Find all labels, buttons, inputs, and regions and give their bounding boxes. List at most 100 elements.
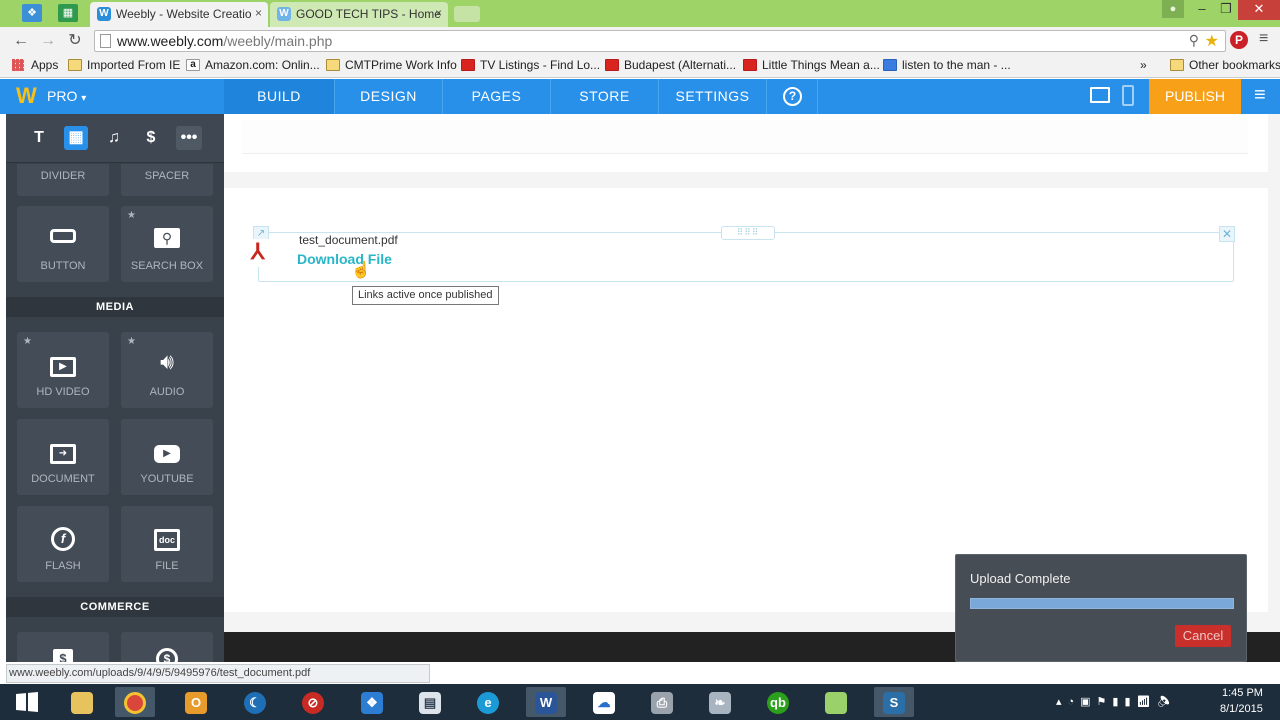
dropbox-icon[interactable]: ❖ [22,4,42,22]
taskbar-blocked-app[interactable]: ⊘ [293,687,333,717]
element-spacer[interactable]: SPACER [121,164,213,196]
element-search-box[interactable]: ★ ⚲ SEARCH BOX [121,206,213,282]
taskbar-outlook[interactable]: O [176,687,216,717]
taskbar-dropbox[interactable]: ❖ [352,687,392,717]
clock-time[interactable]: 1:45 PM [1222,687,1263,699]
drag-handle[interactable]: ⠿⠿⠿ [721,226,775,240]
taskbar-onedrive[interactable]: ☁ [584,687,624,717]
file-doc-icon: doc [121,524,213,551]
address-bar[interactable]: www.weebly.com/weebly/main.php ⚲ ★ [94,30,1226,52]
tile-label: YOUTUBE [140,473,194,485]
sheets-icon[interactable]: ▦ [58,4,78,22]
element-hd-video[interactable]: ★ ▶ HD VIDEO [17,332,109,408]
star-icon[interactable]: ★ [1205,31,1219,51]
tv-icon [461,59,475,71]
mobile-view-icon[interactable] [1122,85,1134,106]
nav-store[interactable]: STORE [550,79,658,114]
menu-icon[interactable]: ≡ [1259,30,1268,48]
dropbox-icon: ❖ [361,692,383,714]
help-icon[interactable]: ? [766,79,818,114]
taskbar-quickbooks[interactable]: qb [758,687,798,717]
plan-dropdown[interactable]: PRO ▾ [47,79,86,116]
bookmark-apps[interactable]: Apps [12,58,58,72]
bookmark-tv-listings[interactable]: TV Listings - Find Lo... [461,58,600,72]
windows-start-icon[interactable] [16,692,38,712]
bookmark-imported-from-ie[interactable]: Imported From IE [68,58,180,72]
more-category-icon[interactable]: ••• [176,126,202,150]
tab-good-tech-tips[interactable]: W GOOD TECH TIPS - Home × [270,2,448,27]
bookmarks-overflow-button[interactable]: » [1140,58,1147,72]
reload-icon[interactable]: ↻ [64,30,86,52]
commerce-category-icon[interactable]: $ [139,126,163,150]
element-audio[interactable]: ★ 🔊︎ AUDIO [121,332,213,408]
system-tray[interactable]: ▴◔▣⚑▮▮📶︎🔈︎ [1056,695,1206,711]
download-file-link[interactable]: Download File [297,251,392,267]
hamburger-menu-icon[interactable]: ≡ [1254,84,1266,107]
clock-date[interactable]: 8/1/2015 [1220,703,1263,715]
nav-pages[interactable]: PAGES [442,79,550,114]
bookmark-budapest[interactable]: Budapest (Alternati... [605,58,736,72]
folder-icon [71,692,93,714]
document-icon: ➜ [17,437,109,464]
no-sign-icon: ⊘ [302,692,324,714]
taskbar-snagit[interactable]: S [874,687,914,717]
file-element[interactable]: ⠿⠿⠿ ✕ ↗ ⅄ test_document.pdf Download Fil… [251,226,1235,282]
tab-weebly[interactable]: W Weebly - Website Creatio × [90,2,268,27]
text-category-icon[interactable]: T [27,126,51,150]
youtube-icon [743,59,757,71]
element-youtube[interactable]: ▶ YOUTUBE [121,419,213,495]
element-divider[interactable]: DIVIDER [17,164,109,196]
back-icon[interactable]: ← [10,30,32,52]
layout-category-icon[interactable]: ▦ [64,126,88,150]
taskbar-app-feather[interactable]: ❧ [700,687,740,717]
taskbar-printer[interactable]: ⎙ [642,687,682,717]
file-name: test_document.pdf [299,233,398,247]
nav-design[interactable]: DESIGN [334,79,442,114]
new-tab-button[interactable] [454,6,480,22]
element-product[interactable]: $ [17,632,109,662]
close-window-button[interactable]: ✕ [1238,0,1280,20]
bookmark-amazon[interactable]: a Amazon.com: Onlin... [186,58,320,72]
weebly-logo[interactable]: W [16,82,37,110]
browser-tab-strip: ❖ ▦ W Weebly - Website Creatio × W GOOD … [0,0,1280,27]
tab-close-icon[interactable]: × [435,6,442,20]
nav-settings[interactable]: SETTINGS [658,79,766,114]
taskbar-chrome[interactable] [115,687,155,717]
url-path: /weebly/main.php [223,33,333,49]
restore-button[interactable]: ❐ [1212,0,1240,20]
pinterest-icon[interactable]: P [1230,31,1248,49]
flash-icon: f [17,524,109,551]
taskbar-notes[interactable] [816,687,856,717]
element-flash[interactable]: f FLASH [17,506,109,582]
zoom-icon[interactable]: ⚲ [1189,32,1199,49]
element-payment[interactable]: $ [121,632,213,662]
bookmark-other[interactable]: Other bookmarks [1170,58,1280,72]
desktop-view-icon[interactable] [1090,87,1110,103]
forward-icon[interactable]: → [37,30,59,52]
taskbar-app-moon[interactable]: ☾ [235,687,275,717]
printer-icon: ⎙ [651,692,673,714]
taskbar-window[interactable]: ▤ [410,687,450,717]
element-file[interactable]: doc FILE [121,506,213,582]
bookmark-cmtprime[interactable]: CMTPrime Work Info [326,58,457,72]
nav-build[interactable]: BUILD [224,79,334,114]
coin-icon: $ [121,644,213,662]
tab-label: GOOD TECH TIPS - Home [296,7,441,21]
user-icon[interactable]: ● [1162,0,1184,18]
taskbar-file-explorer[interactable] [62,687,102,717]
taskbar-internet-explorer[interactable]: e [468,687,508,717]
publish-button[interactable]: PUBLISH [1149,79,1241,114]
media-category-icon[interactable]: ♫ [102,126,126,150]
pro-star-icon: ★ [23,336,32,347]
cancel-button[interactable]: Cancel [1175,625,1231,647]
window-icon: ▤ [419,692,441,714]
button-icon [17,224,109,248]
element-document[interactable]: ➜ DOCUMENT [17,419,109,495]
bookmark-listen-to-the-man[interactable]: listen to the man - ... [883,58,1011,72]
element-button[interactable]: BUTTON [17,206,109,282]
taskbar-word[interactable]: W [526,687,566,717]
tab-close-icon[interactable]: × [255,6,262,20]
quickbooks-icon: qb [767,692,789,714]
bookmark-little-things[interactable]: Little Things Mean a... [743,58,880,72]
element-close-icon[interactable]: ✕ [1219,226,1235,242]
